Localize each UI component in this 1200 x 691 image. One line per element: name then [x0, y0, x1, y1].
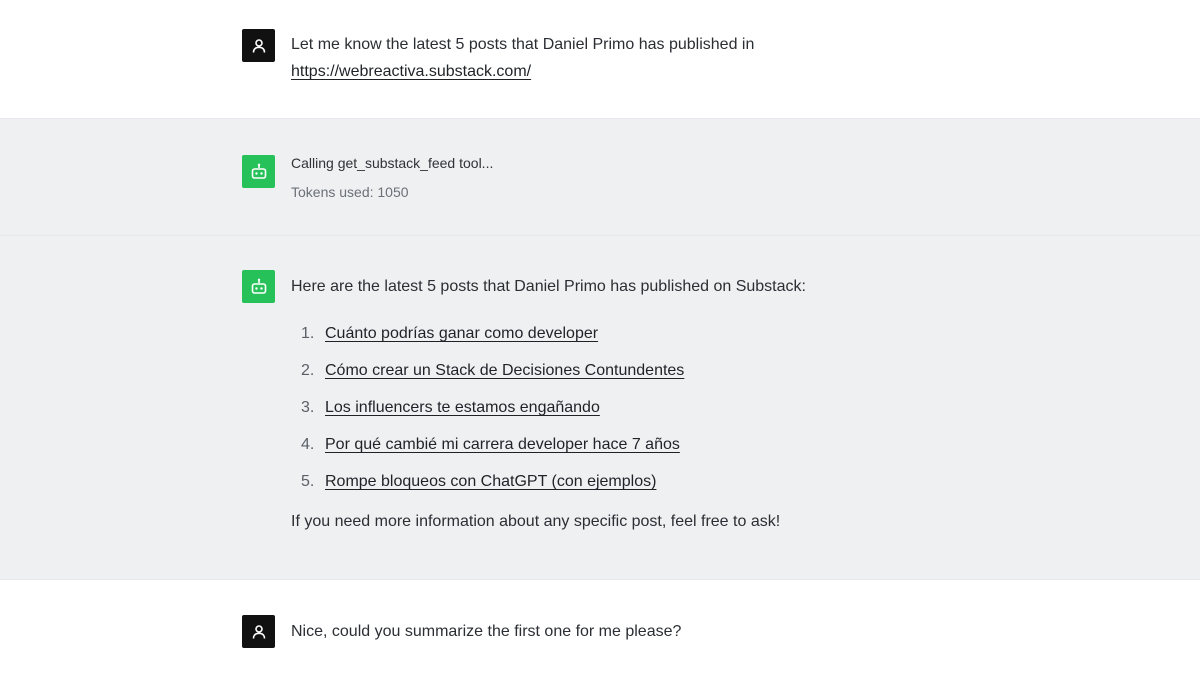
list-item-number: 3.	[301, 399, 315, 416]
post-link[interactable]: Cómo crear un Stack de Decisiones Contun…	[325, 360, 684, 382]
tool-call-message: Calling get_substack_feed tool... Tokens…	[0, 119, 1200, 236]
user-message: Nice, could you summarize the first one …	[0, 580, 1200, 691]
user-message-text: Nice, could you summarize the first one …	[291, 623, 682, 640]
user-icon	[252, 38, 265, 53]
list-item: 2. Cómo crear un Stack de Decisiones Con…	[291, 360, 1080, 382]
post-link[interactable]: Los influencers te estamos engañando	[325, 397, 600, 419]
user-icon	[252, 624, 265, 639]
substack-link[interactable]: https://webreactiva.substack.com/	[291, 63, 531, 80]
list-item: 1. Cuánto podrías ganar como developer	[291, 323, 1080, 345]
robot-icon	[251, 278, 266, 294]
assistant-message: Here are the latest 5 posts that Daniel …	[0, 236, 1200, 580]
user-message-text: Let me know the latest 5 posts that Dani…	[291, 36, 755, 53]
post-list: 1. Cuánto podrías ganar como developer 2…	[291, 323, 1080, 493]
tool-call-content: Calling get_substack_feed tool... Tokens…	[291, 153, 1080, 202]
post-link[interactable]: Por qué cambié mi carrera developer hace…	[325, 434, 680, 456]
assistant-avatar	[242, 155, 275, 188]
user-avatar	[242, 29, 275, 62]
assistant-avatar	[242, 270, 275, 303]
user-avatar	[242, 615, 275, 648]
user-message: Let me know the latest 5 posts that Dani…	[0, 0, 1200, 119]
robot-icon	[251, 163, 266, 179]
list-item-number: 5.	[301, 473, 315, 490]
answer-intro: Here are the latest 5 posts that Daniel …	[291, 278, 806, 295]
tokens-used: Tokens used: 1050	[291, 184, 409, 200]
list-item: 5. Rompe bloqueos con ChatGPT (con ejemp…	[291, 471, 1080, 493]
list-item-number: 1.	[301, 325, 315, 342]
list-item: 3. Los influencers te estamos engañando	[291, 397, 1080, 419]
tool-call-status: Calling get_substack_feed tool...	[291, 155, 494, 171]
post-link[interactable]: Cuánto podrías ganar como developer	[325, 323, 598, 345]
list-item-number: 2.	[301, 362, 315, 379]
user-message-content: Nice, could you summarize the first one …	[291, 618, 1080, 645]
list-item-number: 4.	[301, 436, 315, 453]
list-item: 4. Por qué cambié mi carrera developer h…	[291, 434, 1080, 456]
post-link[interactable]: Rompe bloqueos con ChatGPT (con ejemplos…	[325, 471, 656, 493]
user-message-content: Let me know the latest 5 posts that Dani…	[291, 31, 1080, 85]
assistant-message-content: Here are the latest 5 posts that Daniel …	[291, 273, 1080, 535]
answer-closing: If you need more information about any s…	[291, 513, 781, 530]
